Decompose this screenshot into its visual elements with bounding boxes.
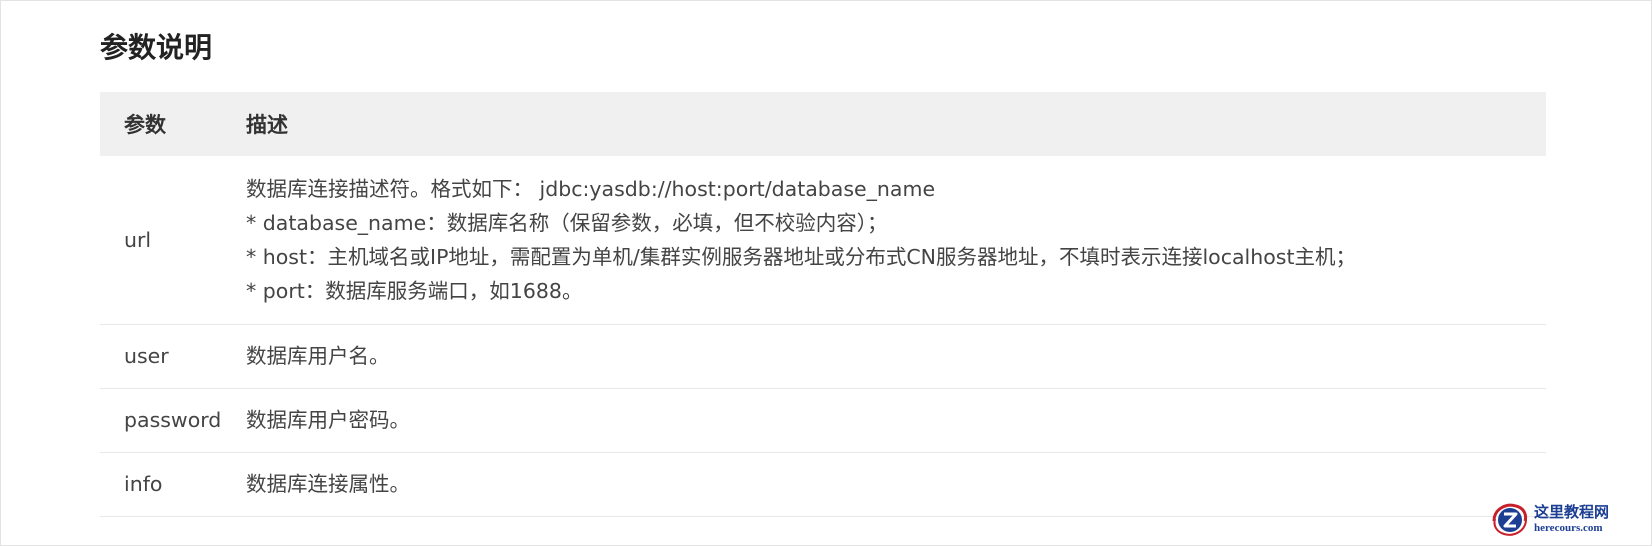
table-row: user 数据库用户名。: [100, 324, 1546, 389]
description-line: * host：主机域名或IP地址，需配置为单机/集群实例服务器地址或分布式CN服…: [246, 244, 1357, 269]
watermark-domain: herecours.com: [1534, 521, 1603, 534]
description-line: * database_name：数据库名称（保留参数，必填，但不校验内容）；: [246, 210, 888, 235]
section-title: 参数说明: [100, 31, 213, 64]
description-line: 数据库用户密码。: [246, 408, 410, 432]
param-description: 数据库用户密码。: [246, 388, 1546, 453]
description-line: 数据库连接描述符。格式如下： jdbc:yasdb://host:port/da…: [246, 176, 936, 201]
table-row: url 数据库连接描述符。格式如下： jdbc:yasdb://host:por…: [100, 156, 1546, 325]
table-header-row: 参数 描述: [100, 92, 1546, 156]
header-param: 参数: [124, 113, 166, 137]
param-name: url: [100, 156, 246, 325]
param-description: 数据库连接描述符。格式如下： jdbc:yasdb://host:port/da…: [246, 156, 1546, 325]
description-line: * port：数据库服务端口，如1688。: [246, 278, 583, 303]
param-name: user: [100, 324, 246, 389]
param-name: password: [100, 388, 246, 453]
watermark-z-icon: [1492, 503, 1528, 536]
doc-content: 参数说明 参数 描述 url 数据库连接描述符。格式如下： jdbc:yasdb…: [100, 28, 1546, 517]
description-line: 数据库用户名。: [246, 344, 390, 368]
watermark-name: 这里教程网: [1534, 502, 1610, 521]
params-table: 参数 描述 url 数据库连接描述符。格式如下： jdbc:yasdb://ho…: [100, 92, 1546, 517]
param-name: info: [100, 452, 246, 517]
param-description: 数据库用户名。: [246, 324, 1546, 389]
watermark-text: 这里教程网 herecours.com: [1534, 502, 1610, 534]
table-row: password 数据库用户密码。: [100, 388, 1546, 453]
description-line: 数据库连接属性。: [246, 472, 410, 496]
watermark-logo: 这里教程网 herecours.com: [1490, 496, 1640, 542]
table-row: info 数据库连接属性。: [100, 452, 1546, 517]
header-desc: 描述: [246, 113, 288, 137]
param-description: 数据库连接属性。: [246, 452, 1546, 517]
